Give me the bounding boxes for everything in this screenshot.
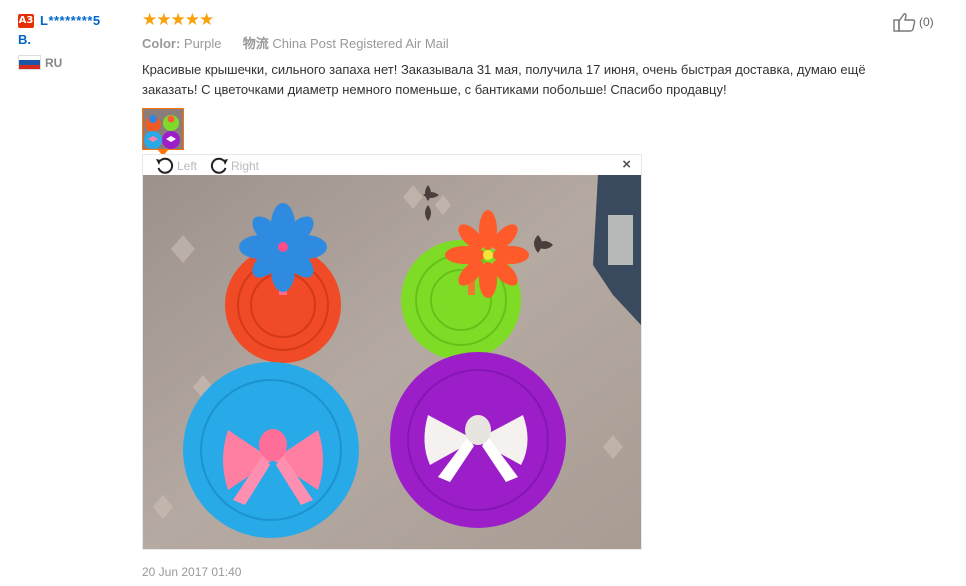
order-meta: Color: Purple 物流 China Post Registered A… — [142, 33, 902, 52]
star-rating: ★★★★★ — [142, 10, 214, 29]
thumbs-up-icon — [893, 13, 916, 32]
country-code: RU — [45, 55, 63, 70]
photo-viewer: Left Right × — [142, 154, 642, 550]
rotate-right-icon — [210, 157, 228, 174]
review-photo — [143, 175, 641, 549]
russia-flag-icon — [18, 55, 41, 70]
reviewer-country: RU — [18, 55, 138, 70]
rotate-right-button[interactable]: Right — [209, 157, 259, 175]
level-badge: A3 — [18, 13, 34, 28]
helpful-count: (0) — [919, 15, 934, 29]
review-text: Красивые крышечки, сильного запаха нет! … — [142, 62, 866, 97]
reviewer-name-initial[interactable]: B. — [18, 32, 138, 47]
close-viewer-button[interactable]: × — [622, 156, 631, 173]
rotate-left-button[interactable]: Left — [155, 157, 197, 175]
rotate-left-icon — [156, 157, 174, 174]
helpful-button[interactable]: (0) — [893, 12, 934, 32]
viewer-toolbar: Left Right × — [143, 155, 641, 175]
color-label: Color: — [142, 36, 181, 51]
reviewer-info: A3 L********5 B. RU — [18, 12, 138, 70]
rotate-left-label: Left — [177, 159, 198, 173]
thumbnail-image — [143, 109, 183, 149]
shipping-value: China Post Registered Air Mail — [272, 36, 449, 51]
color-value: Purple — [183, 36, 222, 51]
review-photo-thumbnail[interactable] — [142, 108, 184, 150]
review-date: 20 Jun 2017 01:40 — [142, 565, 242, 579]
rotate-right-label: Right — [231, 159, 260, 173]
review-body: ★★★★★ Color: Purple 物流 China Post Regist… — [142, 10, 902, 156]
reviewer-name[interactable]: L********5 — [40, 13, 101, 28]
shipping-label: 物流 — [242, 36, 269, 51]
